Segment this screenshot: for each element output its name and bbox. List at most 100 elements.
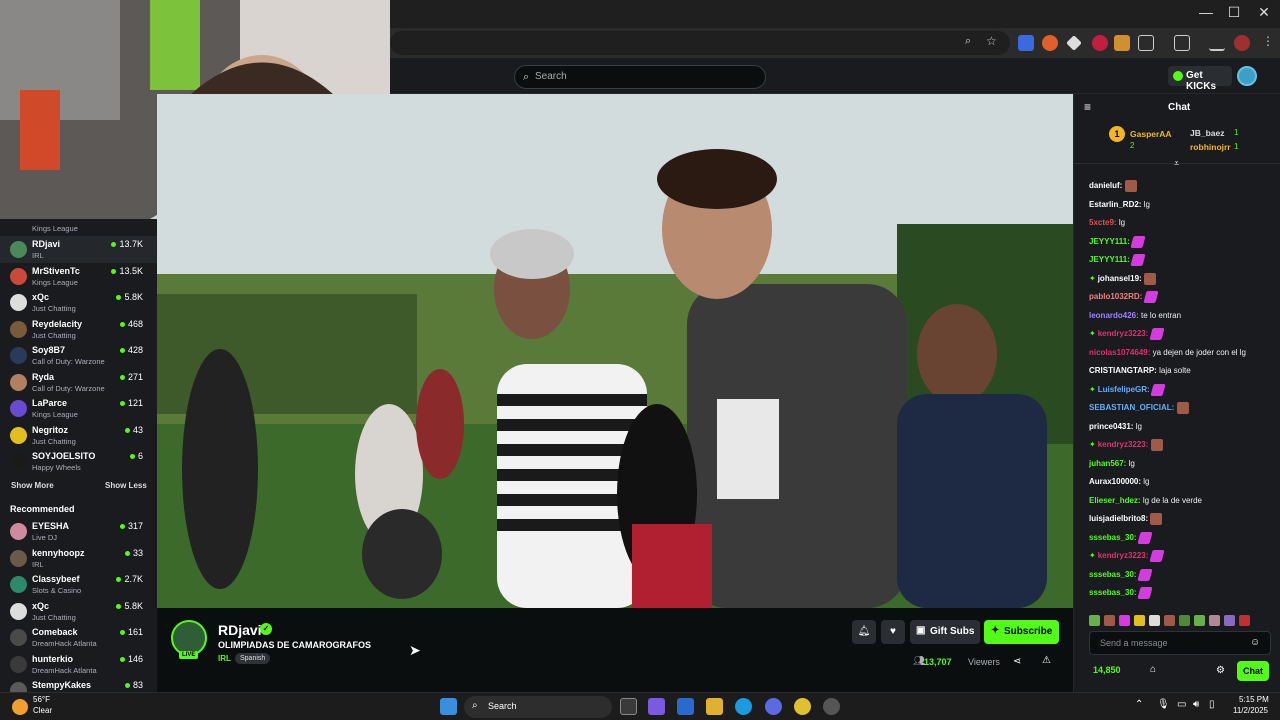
taskbar-search[interactable]: ⌕ Search [464, 696, 612, 718]
sidebar-channel-item[interactable]: SOYJOELSITO Happy Wheels 6 [0, 448, 157, 475]
file-explorer-icon[interactable] [706, 698, 723, 715]
notification-bell-button[interactable]: 🔔︎ [852, 620, 876, 644]
emote-icon[interactable] [1104, 615, 1115, 626]
profile-avatar-icon[interactable] [1234, 35, 1250, 51]
emoji-picker-icon[interactable]: ☺ [1250, 637, 1260, 648]
chat-username[interactable]: nicolas1074649: [1089, 348, 1150, 357]
show-less-button[interactable]: Show Less [105, 481, 147, 490]
report-icon[interactable]: ⚠ [1042, 655, 1051, 666]
chat-username[interactable]: leonardo426: [1089, 311, 1139, 320]
chat-username[interactable]: danieluf: [1089, 181, 1122, 190]
gift-subs-button[interactable]: ▣ Gift Subs [910, 620, 980, 644]
emote-icon[interactable] [1134, 615, 1145, 626]
leaderboard-name[interactable]: robhinojrr [1190, 142, 1231, 152]
chat-username[interactable]: LuisfelipeGR: [1098, 385, 1150, 394]
sidebar-channel-item[interactable]: Classybeef Slots & Casino 2.7K [0, 571, 157, 598]
maximize-button[interactable]: ☐ [1224, 4, 1244, 21]
expand-leaderboard-icon[interactable]: ⩡ [1174, 158, 1179, 169]
sidebar-channel-item[interactable]: RDjavi IRL 13.7K [0, 236, 157, 263]
chat-username[interactable]: sssebas_30: [1089, 533, 1137, 542]
chat-username[interactable]: luisjadielbrito8: [1089, 514, 1148, 523]
emote-icon[interactable] [1194, 615, 1205, 626]
sidebar-channel-item[interactable]: xQc Just Chatting 5.8K [0, 289, 157, 316]
emote-icon[interactable] [1119, 615, 1130, 626]
chat-username[interactable]: Elieser_hdez: [1089, 496, 1141, 505]
obs-icon[interactable] [823, 698, 840, 715]
weather-temperature[interactable]: 56°F [33, 695, 50, 704]
chat-username[interactable]: sssebas_30: [1089, 570, 1137, 579]
extension-icon[interactable] [1066, 35, 1082, 51]
emote-icon[interactable] [1239, 615, 1250, 626]
chat-username[interactable]: CRISTIANGTARP: [1089, 366, 1157, 375]
extension-icon[interactable] [1042, 35, 1058, 51]
kicks-balance[interactable]: 14,850 [1093, 665, 1121, 675]
chat-username[interactable]: Estarlin_RD2: [1089, 200, 1141, 209]
zoom-icon[interactable]: ⌕ [965, 35, 971, 48]
chat-message-input[interactable]: Send a message [1089, 631, 1271, 655]
sidebar-channel-item[interactable]: LaParce Kings League 121 [0, 395, 157, 422]
chat-username[interactable]: prince0431: [1089, 422, 1133, 431]
chat-username[interactable]: juhan567: [1089, 459, 1126, 468]
chat-username[interactable]: kendryz3223: [1098, 440, 1149, 449]
sidebar-channel-item[interactable]: Negritoz Just Chatting 43 [0, 422, 157, 449]
copilot-icon[interactable] [648, 698, 665, 715]
minimize-button[interactable]: — [1196, 4, 1216, 20]
task-view-icon[interactable] [620, 698, 637, 715]
sidebar-channel-item[interactable]: Comeback DreamHack Atlanta 161 [0, 624, 157, 651]
subscribe-button[interactable]: ✦ Subscribe [984, 620, 1059, 644]
get-kicks-button[interactable]: Get KICKs [1168, 66, 1232, 92]
emote-icon[interactable] [1089, 615, 1100, 626]
collapse-chat-icon[interactable]: ≡ [1084, 100, 1091, 114]
emote-icon[interactable] [1149, 615, 1160, 626]
chat-username[interactable]: pablo1032RD: [1089, 292, 1142, 301]
battery-icon[interactable]: ▯ [1209, 699, 1215, 710]
share-icon[interactable]: ⋖ [1013, 656, 1021, 667]
close-window-button[interactable]: ✕ [1254, 4, 1274, 21]
tray-chevron-icon[interactable]: ⌃ [1135, 699, 1143, 710]
emote-icon[interactable] [1164, 615, 1175, 626]
bookmark-star-icon[interactable]: ☆ [986, 34, 997, 48]
language-tag[interactable]: Spanish [235, 653, 271, 664]
edge-icon[interactable] [735, 698, 752, 715]
chat-username[interactable]: SEBASTIAN_OFICIAL: [1089, 403, 1174, 412]
store-icon[interactable]: ⌂ [1150, 664, 1156, 675]
stream-category[interactable]: IRL [218, 654, 231, 663]
sidebar-channel-item[interactable]: Ryda Call of Duty: Warzone 271 [0, 369, 157, 396]
sidebar-channel-item[interactable]: MrStivenTc Kings League 13.5K [0, 263, 157, 290]
address-bar[interactable] [390, 31, 1010, 55]
network-icon[interactable]: ▭ [1177, 699, 1186, 710]
chat-username[interactable]: kendryz3223: [1098, 329, 1149, 338]
microphone-icon[interactable]: 🎙︎ [1157, 699, 1170, 710]
chat-username[interactable]: JEYYY111: [1089, 255, 1130, 264]
chat-username[interactable]: Aurax100000: [1089, 477, 1141, 486]
chat-username[interactable]: johansel19: [1098, 274, 1142, 283]
sidebar-channel-item[interactable]: Soy8B7 Call of Duty: Warzone 428 [0, 342, 157, 369]
extensions-puzzle-icon[interactable] [1138, 35, 1154, 51]
sidebar-channel-item[interactable]: EYESHA Live DJ 317 [0, 518, 157, 545]
chrome-icon[interactable] [794, 698, 811, 715]
extension-icon[interactable] [1018, 35, 1034, 51]
emote-icon[interactable] [1209, 615, 1220, 626]
mail-icon[interactable] [677, 698, 694, 715]
sidebar-channel-item[interactable]: xQc Just Chatting 5.8K [0, 598, 157, 625]
extension-icon[interactable] [1092, 35, 1108, 51]
chat-username[interactable]: sssebas_30: [1089, 588, 1137, 597]
start-menu-icon[interactable] [440, 698, 457, 715]
user-avatar[interactable] [1237, 66, 1257, 86]
chat-username[interactable]: 5xcte9: [1089, 218, 1117, 227]
channel-name[interactable]: RDjavi [218, 622, 262, 638]
video-player[interactable] [157, 94, 1073, 608]
clock-time[interactable]: 5:15 PM [1239, 695, 1269, 704]
volume-icon[interactable]: 🔊︎ [1193, 699, 1199, 710]
chat-settings-icon[interactable]: ⚙ [1216, 665, 1225, 676]
leaderboard-name[interactable]: JB_baez [1190, 128, 1225, 138]
tab-search-icon[interactable] [1174, 35, 1190, 51]
browser-menu-icon[interactable]: ⋮ [1262, 34, 1274, 48]
chat-username[interactable]: kendryz3223: [1098, 551, 1149, 560]
extension-icon[interactable] [1114, 35, 1130, 51]
follow-heart-button[interactable]: ♥ [881, 620, 905, 644]
emote-icon[interactable] [1179, 615, 1190, 626]
leaderboard-name[interactable]: GasperAA [1130, 129, 1172, 139]
send-chat-button[interactable]: Chat [1237, 661, 1269, 681]
sidebar-channel-item[interactable]: hunterkio DreamHack Atlanta 146 [0, 651, 157, 678]
